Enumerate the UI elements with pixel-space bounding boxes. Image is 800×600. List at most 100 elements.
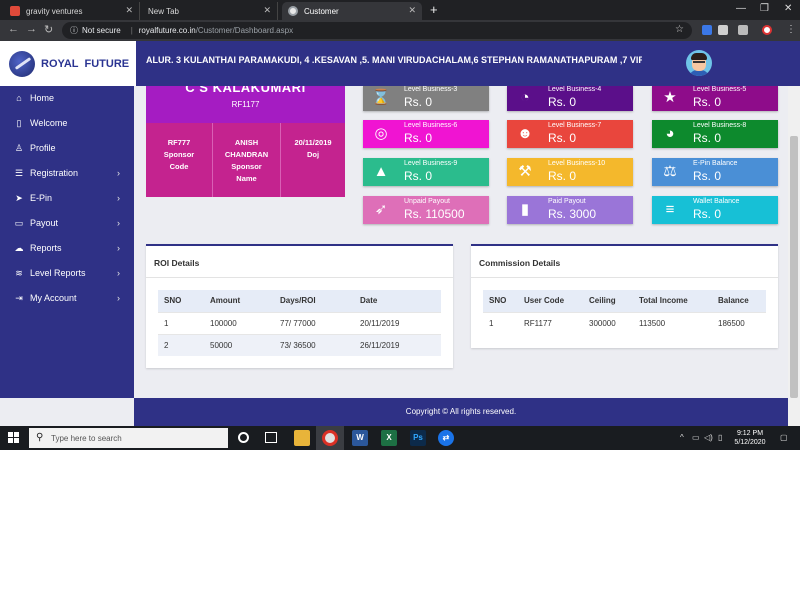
back-arrow-icon[interactable]: ← — [8, 23, 19, 35]
bookmark-icon: ▯ — [16, 117, 22, 128]
table-cell: 50000 — [204, 333, 274, 356]
sidebar-item-label: Profile — [30, 143, 56, 153]
tile-level-business-3[interactable]: ⌛ Level Business-3 Rs. 0 — [363, 86, 489, 111]
table-cell: RF1177 — [518, 311, 583, 334]
sponsor-name-value: ANISH CHANDRAN — [224, 138, 269, 159]
sidebar-item-my-account[interactable]: ⇥ My Account › — [0, 286, 134, 310]
chrome-icon[interactable] — [322, 430, 338, 446]
table-cell: 300000 — [583, 311, 633, 334]
forward-arrow-icon[interactable]: → — [26, 23, 37, 35]
photoshop-icon[interactable]: Ps — [410, 430, 426, 446]
home-icon: ⌂ — [16, 93, 22, 103]
user-icon: ♙ — [14, 142, 24, 153]
commission-details-panel: Commission Details SNO User Code Ceiling To… — [471, 244, 778, 348]
tile-e-pin-balance[interactable]: ⚖ E-Pin Balance Rs. 0 — [652, 158, 778, 186]
browser-tab-gravity-ventures[interactable]: gravity ventures ✕ — [4, 2, 140, 20]
taskbar-search-box[interactable]: ⚲ Type here to search — [29, 428, 228, 448]
tile-level-business-7[interactable]: ☻ Level Business-7 Rs. 0 — [507, 120, 633, 148]
info-icon[interactable]: ⓘ — [70, 25, 78, 36]
tile-level-business-10[interactable]: ⚒ Level Business-10 Rs. 0 — [507, 158, 633, 186]
sidebar-item-level-reports[interactable]: ≋ Level Reports › — [0, 261, 134, 285]
table-cell: 113500 — [633, 311, 712, 334]
user-avatar[interactable] — [686, 50, 712, 76]
news-marquee: ALUR. 3 KULANTHAI PARAMAKUDI, 4 .KESAVAN… — [146, 55, 642, 65]
minimize-icon[interactable]: — — [736, 3, 746, 14]
tile-value: Rs. 0 — [693, 207, 722, 221]
tile-paid-payout[interactable]: ▮ Paid Payout Rs. 3000 — [507, 196, 633, 224]
menu-dots-icon[interactable]: ⋮ — [786, 24, 796, 35]
address-bar[interactable]: ⓘ Not secure | royalfuture.co.in /Custom… — [62, 22, 692, 39]
sidebar-item-welcome[interactable]: ▯ Welcome — [0, 111, 134, 135]
file-explorer-icon[interactable] — [294, 430, 310, 446]
search-placeholder: Type here to search — [51, 433, 122, 443]
tile-label: Level Business-9 — [404, 160, 458, 167]
new-tab-plus-icon[interactable]: + — [430, 2, 438, 17]
sidebar-item-e-pin[interactable]: ➤ E-Pin › — [0, 186, 134, 210]
copyright-text: Copyright © All rights reserved. — [405, 407, 517, 416]
teamviewer-icon[interactable]: ⇄ — [438, 430, 454, 446]
tray-overflow-icon[interactable]: ^ — [680, 433, 684, 442]
tile-level-business-9[interactable]: ▲ Level Business-9 Rs. 0 — [363, 158, 489, 186]
tile-value: Rs. 0 — [404, 169, 433, 183]
reload-icon[interactable]: ↻ — [44, 23, 53, 36]
tile-wallet-balance[interactable]: ≡ Wallet Balance Rs. 0 — [652, 196, 778, 224]
page-scrollbar-thumb[interactable] — [790, 136, 798, 398]
app-header: ROYAL FUTURE ALUR. 3 KULANTHAI PARAMAKUD… — [0, 41, 800, 86]
taskbar-clock[interactable]: 9:12 PM 5/12/2020 — [728, 429, 772, 447]
tile-level-business-8[interactable]: ◕ Level Business-8 Rs. 0 — [652, 120, 778, 148]
extension-icon[interactable] — [718, 25, 728, 35]
main-content: C S KALAKUMARI RF1177 RF777 Sponsor Code… — [134, 86, 788, 398]
signal-bars-icon: ▮ — [520, 201, 530, 218]
table-row: 2 50000 73/ 36500 26/11/2019 — [158, 333, 441, 356]
close-tab-icon[interactable]: ✕ — [408, 5, 416, 16]
browser-toolbar: ← → ↻ ⓘ Not secure | royalfuture.co.in /… — [0, 20, 800, 41]
doj-label: Doj — [306, 150, 320, 159]
window-close-icon[interactable]: ✕ — [784, 3, 792, 14]
tile-level-business-4[interactable]: ◔ Level Business-4 Rs. 0 — [507, 86, 633, 111]
battery-icon[interactable]: ▯ — [718, 433, 722, 442]
network-icon[interactable]: ▭ — [692, 433, 700, 442]
extension-icon[interactable] — [702, 25, 712, 35]
task-view-icon[interactable] — [265, 432, 277, 443]
sponsor-code-label: Sponsor Code — [163, 150, 195, 171]
table-cell: 73/ 36500 — [274, 333, 354, 356]
excel-icon[interactable]: X — [381, 430, 397, 446]
column-header: Balance — [712, 290, 766, 312]
browser-tab-new-tab[interactable]: New Tab ✕ — [142, 2, 278, 20]
browser-tab-customer[interactable]: Customer ✕ — [282, 2, 422, 20]
column-header: SNO — [158, 290, 204, 312]
tile-value: Rs. 0 — [548, 169, 577, 183]
tile-label: Level Business-3 — [404, 86, 458, 93]
profile-icon[interactable] — [762, 25, 772, 35]
sidebar-item-label: Payout — [30, 218, 59, 228]
word-icon[interactable]: W — [352, 430, 368, 446]
sidebar-item-reports[interactable]: ☁ Reports › — [0, 236, 134, 260]
tile-level-business-5[interactable]: ★ Level Business-5 Rs. 0 — [652, 86, 778, 111]
footer: Copyright © All rights reserved. — [134, 398, 788, 426]
logo[interactable]: ROYAL FUTURE — [0, 41, 136, 86]
bookmark-star-icon[interactable]: ☆ — [675, 24, 684, 35]
sidebar-item-profile[interactable]: ♙ Profile — [0, 136, 134, 160]
restore-icon[interactable]: ❐ — [760, 3, 769, 14]
sidebar-item-label: My Account — [30, 293, 77, 303]
tile-label: Level Business-10 — [548, 160, 606, 167]
database-icon: ≡ — [665, 201, 675, 218]
roi-title: ROI Details — [154, 258, 200, 268]
sidebar-item-label: Reports — [30, 243, 62, 253]
sidebar-item-payout[interactable]: ▭ Payout › — [0, 211, 134, 235]
close-tab-icon[interactable]: ✕ — [125, 5, 133, 16]
tile-level-business-6[interactable]: ◎ Level Business-6 Rs. 0 — [363, 120, 489, 148]
tile-unpaid-payout[interactable]: ➶ Unpaid Payout Rs. 110500 — [363, 196, 489, 224]
cortana-icon[interactable] — [238, 432, 249, 443]
sidebar-item-home[interactable]: ⌂ Home — [0, 86, 134, 110]
windows-start-icon[interactable] — [8, 432, 20, 444]
card-icon: ▭ — [14, 217, 24, 228]
doj-value: 20/11/2019 — [294, 138, 332, 147]
profile-name: C S KALAKUMARI — [185, 86, 306, 95]
sidebar: ⌂ Home ▯ Welcome ♙ Profile ☰ Registration › ➤ E-Pi… — [0, 86, 134, 398]
sidebar-item-registration[interactable]: ☰ Registration › — [0, 161, 134, 185]
close-tab-icon[interactable]: ✕ — [263, 5, 271, 16]
extension-icon[interactable] — [738, 25, 748, 35]
volume-icon[interactable]: ◁) — [704, 433, 713, 442]
notifications-icon[interactable]: ▢ — [780, 433, 788, 442]
